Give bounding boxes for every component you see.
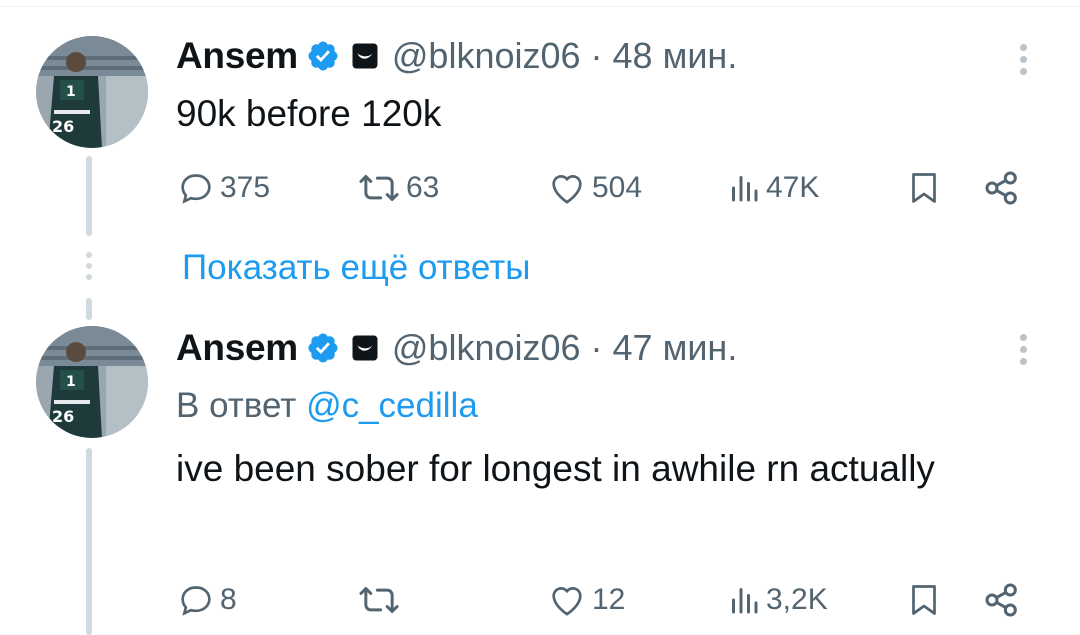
views-icon: [732, 176, 758, 202]
affiliate-badge-icon[interactable]: [350, 41, 380, 71]
tweet-header: Ansem @blknoiz06 · 48 мин.: [176, 34, 737, 78]
svg-text:1: 1: [66, 374, 76, 390]
like-button[interactable]: 12: [546, 578, 625, 622]
reply-button[interactable]: 8: [176, 578, 237, 622]
author-name[interactable]: Ansem: [176, 327, 298, 369]
thread-gap-dots: [86, 252, 92, 285]
reply-prefix: В ответ: [176, 386, 307, 425]
share-button[interactable]: [982, 166, 1022, 210]
bookmark-button[interactable]: [906, 166, 942, 210]
reply-count: 8: [220, 583, 237, 616]
affiliate-badge-icon[interactable]: [350, 333, 380, 363]
tweet[interactable]: 1 26 Ansem @blknoiz06 · 48 мин. 90k befo…: [0, 0, 1080, 250]
thread-line: [86, 298, 92, 320]
tweet-text: ive been sober for longest in awhile rn …: [176, 448, 935, 489]
reply-icon: [181, 174, 211, 204]
tweet-actions: 8 12 3,2K: [176, 578, 1036, 622]
avatar[interactable]: 1 26: [36, 36, 148, 148]
avatar[interactable]: 1 26: [36, 326, 148, 438]
share-icon: [985, 171, 1017, 205]
reply-button[interactable]: 375: [176, 166, 270, 210]
svg-text:1: 1: [66, 84, 76, 100]
verified-badge-icon[interactable]: [306, 39, 340, 73]
views-count: 47K: [766, 171, 820, 204]
reply-mention-link[interactable]: @c_cedilla: [306, 386, 478, 425]
like-count: 12: [592, 583, 626, 616]
share-icon: [985, 583, 1017, 617]
author-name[interactable]: Ansem: [176, 35, 298, 77]
verified-badge-icon[interactable]: [306, 331, 340, 365]
like-count: 504: [592, 171, 643, 204]
bookmark-icon: [912, 585, 936, 615]
more-icon[interactable]: [1020, 334, 1032, 370]
more-icon[interactable]: [1020, 44, 1032, 80]
svg-text:26: 26: [52, 117, 74, 136]
tweet-actions: 375 63 504 47K: [176, 166, 1036, 210]
bookmark-icon: [912, 173, 936, 203]
views-button[interactable]: 3,2K: [726, 578, 828, 622]
retweet-icon: [359, 175, 399, 201]
views-button[interactable]: 47K: [726, 166, 819, 210]
retweet-button[interactable]: 63: [356, 166, 439, 210]
views-count: 3,2K: [766, 583, 828, 616]
retweet-button[interactable]: [356, 578, 406, 622]
show-more-replies-link[interactable]: Показать ещё ответы: [182, 248, 530, 288]
like-button[interactable]: 504: [546, 166, 642, 210]
tweet[interactable]: 1 26 Ansem @blknoiz06 · 47 мин. В ответ …: [0, 320, 1080, 635]
like-icon: [552, 175, 582, 204]
handle-and-time[interactable]: @blknoiz06 · 47 мин.: [392, 327, 737, 369]
thread-line: [86, 156, 92, 236]
reply-count: 375: [220, 171, 271, 204]
reply-icon: [181, 586, 211, 616]
thread-line: [86, 448, 92, 635]
bookmark-button[interactable]: [906, 578, 942, 622]
tweet-header: Ansem @blknoiz06 · 47 мин.: [176, 326, 737, 370]
share-button[interactable]: [982, 578, 1022, 622]
like-icon: [552, 587, 582, 616]
reply-context: В ответ @c_cedilla: [176, 386, 478, 426]
handle-and-time[interactable]: @blknoiz06 · 48 мин.: [392, 35, 737, 77]
tweet-text: 90k before 120k: [176, 93, 442, 134]
svg-text:26: 26: [52, 407, 74, 426]
retweet-count: 63: [406, 171, 440, 204]
retweet-icon: [359, 587, 399, 613]
views-icon: [732, 588, 758, 614]
